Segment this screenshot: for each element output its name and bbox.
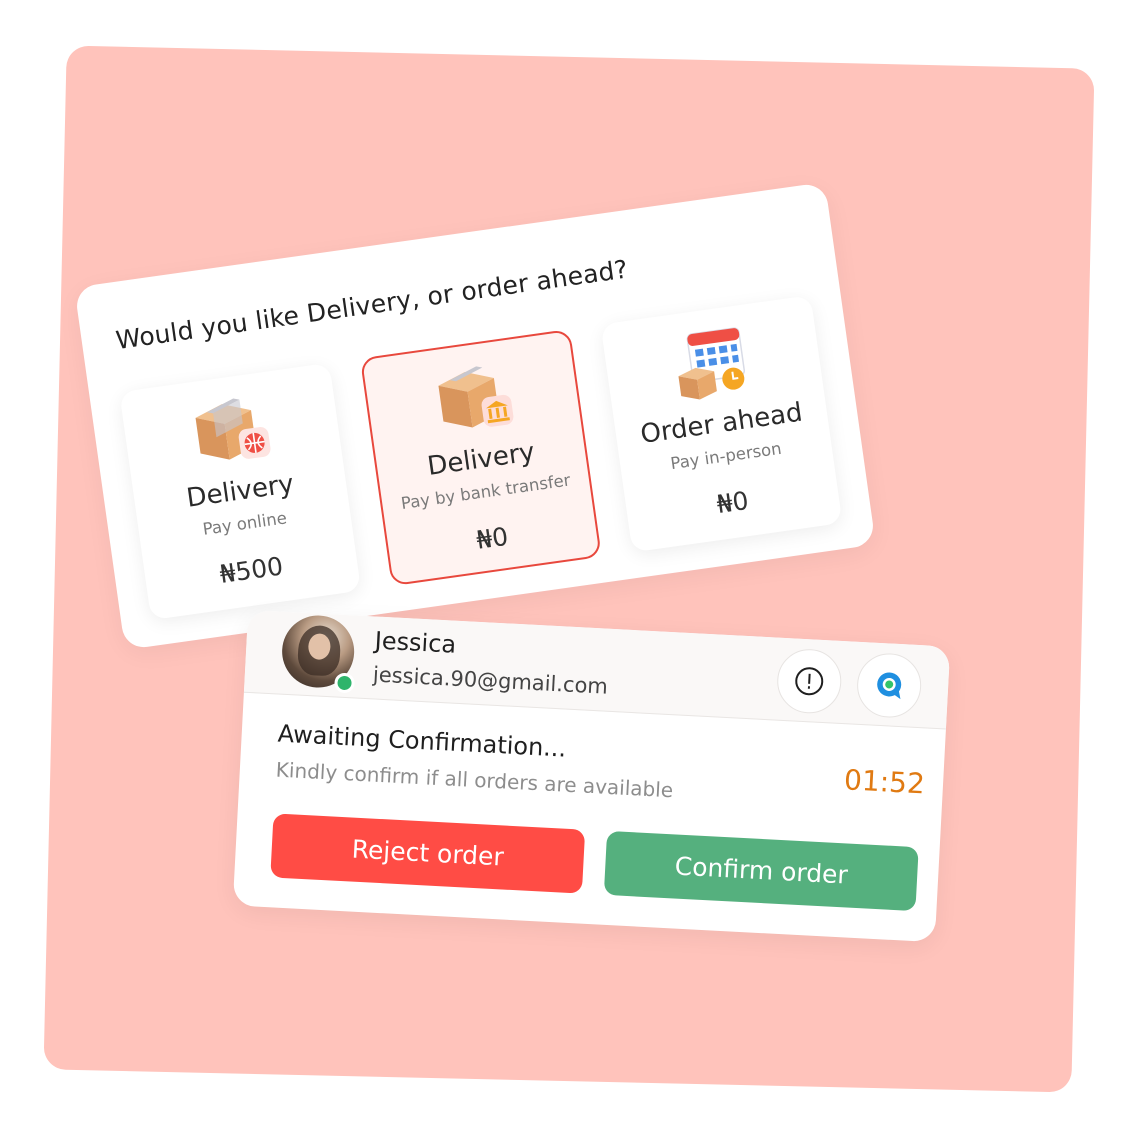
info-button[interactable] bbox=[775, 647, 843, 715]
online-status-dot bbox=[334, 672, 356, 694]
box-globe-icon bbox=[195, 398, 271, 460]
reject-order-button[interactable]: Reject order bbox=[270, 813, 586, 894]
option-price: ₦0 bbox=[474, 521, 510, 555]
customer-email: jessica.90@gmail.com bbox=[372, 662, 609, 699]
customer-name: Jessica bbox=[374, 626, 457, 659]
option-price: ₦0 bbox=[714, 485, 751, 520]
countdown-timer: 01:52 bbox=[843, 763, 926, 801]
calendar-box-icon bbox=[678, 327, 746, 400]
order-confirmation-card: Jessica jessica.90@gmail.com Awaiting Co… bbox=[232, 609, 951, 943]
status-title: Awaiting Confirmation... bbox=[277, 719, 567, 763]
confirm-order-button[interactable]: Confirm order bbox=[603, 830, 919, 912]
option-delivery-pay-online[interactable]: Delivery Pay online ₦500 bbox=[119, 362, 362, 621]
status-subtitle: Kindly confirm if all orders are availab… bbox=[275, 757, 674, 803]
chat-button[interactable] bbox=[855, 651, 923, 720]
option-delivery-bank-transfer[interactable]: Delivery Pay by bank transfer ₦0 bbox=[359, 328, 602, 587]
option-price: ₦500 bbox=[217, 551, 285, 589]
info-icon bbox=[795, 667, 824, 696]
box-bank-icon bbox=[438, 366, 514, 428]
option-order-ahead[interactable]: Order ahead Pay in-person ₦0 bbox=[600, 295, 843, 553]
chat-icon bbox=[877, 672, 902, 700]
